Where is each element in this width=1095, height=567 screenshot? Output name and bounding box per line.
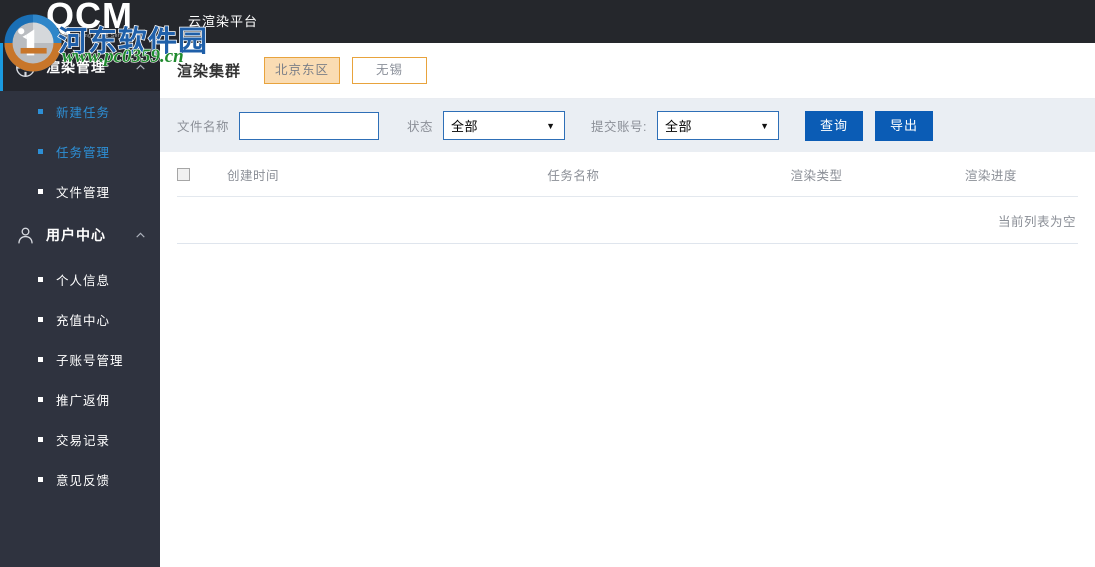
column-header-render-type[interactable]: 渲染类型 (791, 165, 965, 184)
sidebar-item-sub-account-management[interactable]: 子账号管理 (0, 339, 160, 379)
bullet-icon (38, 188, 43, 194)
chevron-down-icon: ▼ (546, 120, 556, 131)
query-button[interactable]: 查询 (805, 110, 864, 141)
sidebar-item-label: 个人信息 (56, 273, 111, 288)
checkbox-unchecked-icon[interactable] (177, 167, 190, 181)
app-title: 云渲染平台 (188, 14, 259, 29)
top-bar: QCM Mass Rendering Cloud Service 云渲染平台 (0, 0, 1095, 43)
status-label: 状态 (407, 120, 434, 134)
bullet-icon (38, 148, 43, 154)
sidebar-item-feedback[interactable]: 意见反馈 (0, 459, 160, 499)
account-label: 提交账号: (591, 120, 648, 134)
sidebar-item-label: 推广返佣 (56, 393, 111, 408)
sidebar-item-file-management[interactable]: 文件管理 (0, 171, 160, 211)
bullet-icon (38, 108, 43, 114)
chevron-up-icon[interactable] (132, 59, 148, 75)
sidebar-item-label: 任务管理 (56, 145, 111, 160)
application-window: QCM Mass Rendering Cloud Service 云渲染平台 渲… (0, 0, 1095, 567)
chevron-down-icon: ▼ (760, 120, 770, 131)
sidebar-item-transaction-records[interactable]: 交易记录 (0, 419, 160, 459)
chevron-up-icon[interactable] (132, 227, 148, 243)
cluster-title: 渲染集群 (177, 63, 242, 80)
sidebar-item-personal-info[interactable]: 个人信息 (0, 259, 160, 299)
filename-label: 文件名称 (177, 120, 230, 134)
user-icon (14, 224, 36, 246)
select-all-cell (177, 167, 227, 181)
sidebar-item-recharge-center[interactable]: 充值中心 (0, 299, 160, 339)
bullet-icon (38, 436, 43, 442)
export-button[interactable]: 导出 (875, 110, 934, 141)
filter-toolbar: 文件名称 状态 全部 ▼ 提交账号: 全部 ▼ 查询 导出 (160, 99, 1095, 152)
bullet-icon (38, 276, 43, 282)
status-select-value: 全部 (451, 119, 479, 134)
column-header-render-progress[interactable]: 渲染进度 (965, 165, 1078, 184)
sidebar-item-label: 文件管理 (56, 185, 111, 200)
cluster-bar: 渲染集群 北京东区 无锡 (160, 43, 1095, 99)
bullet-icon (38, 396, 43, 402)
bullet-icon (38, 316, 43, 322)
sidebar-item-label: 交易记录 (56, 433, 111, 448)
sidebar-group-user-center[interactable]: 用户中心 (0, 211, 160, 259)
account-select[interactable]: 全部 ▼ (657, 111, 780, 140)
bullet-icon (38, 476, 43, 482)
brand-logo: QCM (46, 0, 133, 36)
sidebar-item-label: 充值中心 (56, 313, 111, 328)
bullet-icon (38, 356, 43, 362)
sidebar-item-label: 新建任务 (56, 105, 111, 120)
column-header-task-name[interactable]: 任务名称 (547, 165, 790, 184)
render-target-icon (14, 56, 36, 78)
column-header-create-time[interactable]: 创建时间 (227, 165, 547, 184)
sidebar-item-task-management[interactable]: 任务管理 (0, 131, 160, 171)
empty-state-text: 当前列表为空 (997, 214, 1076, 229)
sidebar-group-render-management[interactable]: 渲染管理 (0, 43, 160, 91)
sidebar-item-label: 子账号管理 (56, 353, 124, 368)
region-tab-beijing-east[interactable]: 北京东区 (264, 57, 341, 84)
region-tab-wuxi[interactable]: 无锡 (352, 57, 428, 84)
account-select-value: 全部 (665, 119, 693, 134)
sidebar-group-label: 用户中心 (46, 227, 106, 243)
sidebar: 渲染管理 新建任务 任务管理 文件管理 用户中心 个人信息 充值中心 子账号管理… (0, 43, 160, 567)
empty-state-row: 当前列表为空 (177, 197, 1078, 244)
filename-input[interactable] (239, 111, 380, 140)
main-content: 渲染集群 北京东区 无锡 文件名称 状态 全部 ▼ 提交账号: 全部 ▼ 查询 … (160, 43, 1095, 567)
table-header-row: 创建时间 任务名称 渲染类型 渲染进度 (177, 152, 1078, 197)
status-select[interactable]: 全部 ▼ (443, 111, 566, 140)
sidebar-item-promotion-rebate[interactable]: 推广返佣 (0, 379, 160, 419)
brand-tagline: Mass Rendering Cloud Service (48, 33, 131, 39)
sidebar-group-label: 渲染管理 (46, 59, 106, 75)
sidebar-item-label: 意见反馈 (56, 473, 111, 488)
task-table: 创建时间 任务名称 渲染类型 渲染进度 当前列表为空 (160, 152, 1095, 244)
sidebar-item-new-task[interactable]: 新建任务 (0, 91, 160, 131)
